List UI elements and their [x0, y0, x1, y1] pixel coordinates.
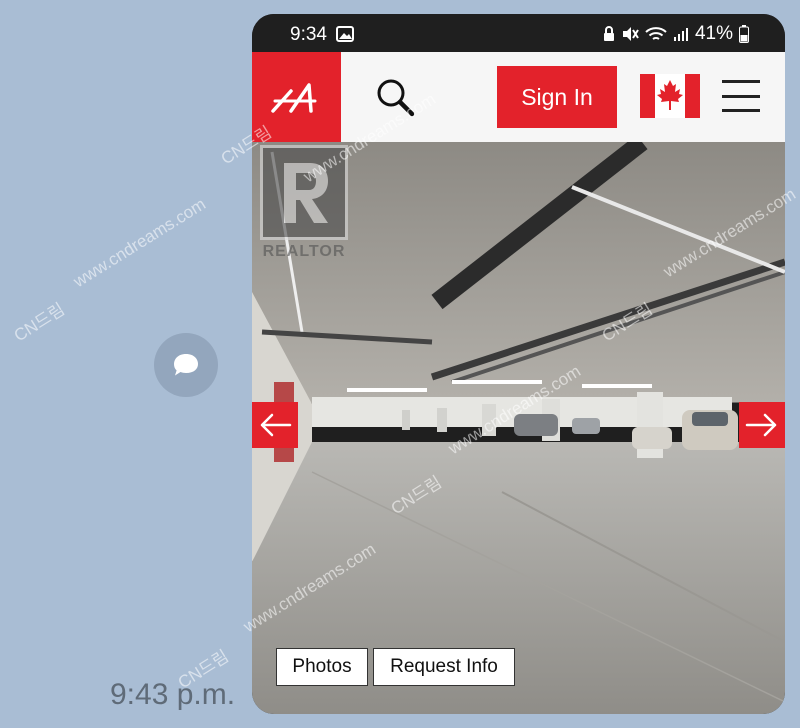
photos-button[interactable]: Photos: [276, 648, 368, 686]
wifi-icon: [645, 27, 667, 40]
arrow-left-icon: [260, 413, 292, 437]
canada-flag-icon: [640, 74, 700, 118]
battery-percent: 41%: [694, 23, 733, 44]
photo-icon: [336, 26, 354, 48]
battery-icon: [739, 25, 749, 43]
lock-icon: [603, 26, 614, 41]
status-bar: 9:34 41%: [252, 14, 785, 52]
hamburger-menu-button[interactable]: [722, 80, 760, 112]
language-flag-button[interactable]: [640, 74, 700, 118]
menu-bar: [722, 109, 760, 112]
realtor-r-logo: [260, 145, 348, 240]
realtor-watermark-text: REALTOR: [262, 243, 346, 260]
listing-photo[interactable]: REALTOR Photos Request Info: [252, 142, 785, 714]
speech-bubble-icon: [174, 354, 198, 376]
brand-watermark: CN드림: [10, 299, 69, 346]
realtor-ca-logo[interactable]: [252, 52, 341, 142]
arrow-right-icon: [745, 413, 777, 437]
message-timestamp: 9:43 p.m.: [110, 678, 236, 711]
phone-screenshot: 9:34 41% Sign In REALTOR Photos Request …: [252, 14, 785, 714]
signal-icon: [673, 28, 688, 41]
previous-photo-button[interactable]: [252, 402, 298, 448]
status-time: 9:34: [290, 24, 327, 45]
request-info-button[interactable]: Request Info: [373, 648, 515, 686]
sign-in-button[interactable]: Sign In: [497, 66, 617, 128]
realtor-watermark: REALTOR: [255, 145, 353, 261]
search-button[interactable]: [372, 74, 420, 122]
mute-icon: [622, 27, 639, 41]
menu-bar: [722, 80, 760, 83]
search-icon: [377, 79, 415, 117]
menu-bar: [722, 94, 760, 98]
next-photo-button[interactable]: [739, 402, 785, 448]
share-button[interactable]: [154, 333, 218, 397]
site-watermark: www.cndreams.com: [70, 194, 210, 292]
status-icons: 41%: [603, 23, 749, 45]
site-header: Sign In: [252, 52, 785, 142]
